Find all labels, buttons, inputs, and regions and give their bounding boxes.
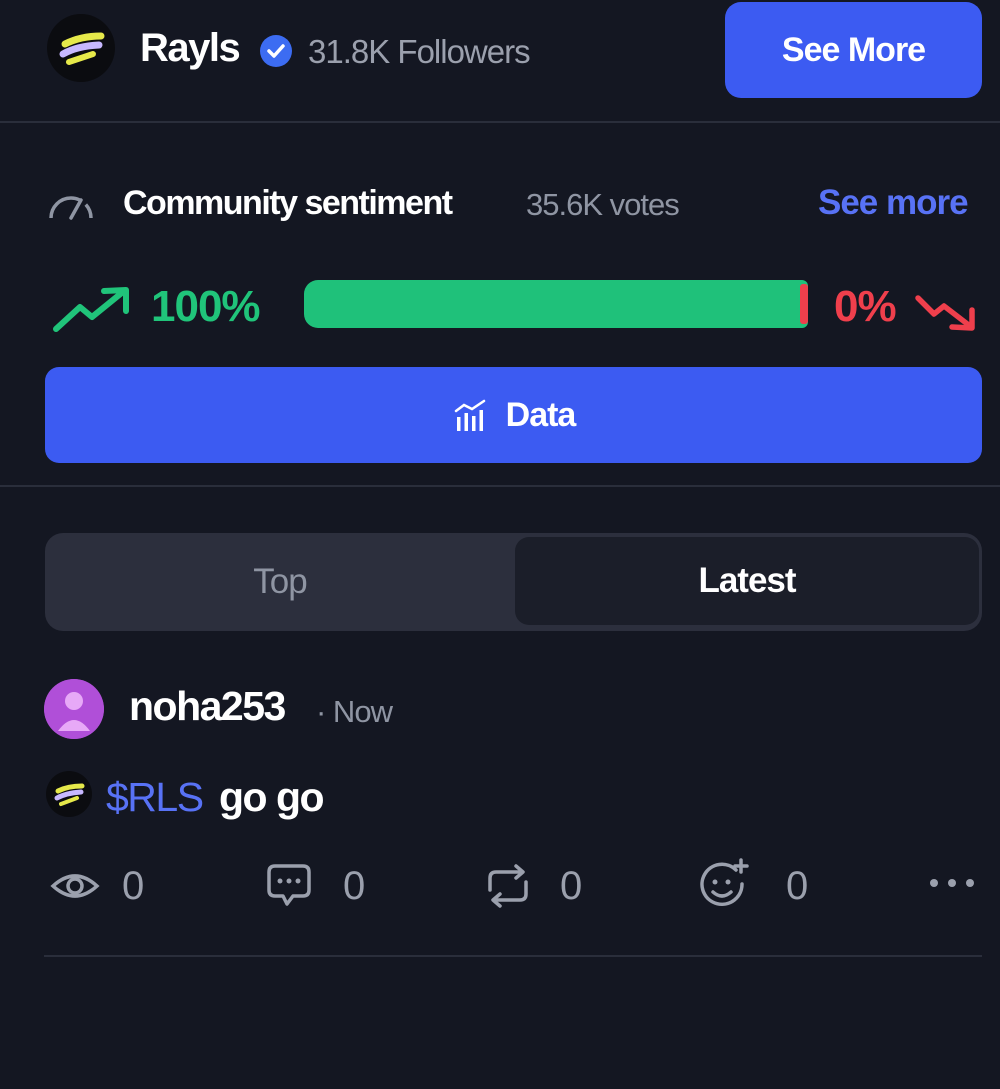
tab-latest[interactable]: Latest xyxy=(515,537,979,625)
project-header: Rayls 31.8K Followers See More xyxy=(0,0,1000,122)
post-text: go go xyxy=(219,774,325,820)
reposts-count: 0 xyxy=(560,864,583,908)
bullish-percent: 100% xyxy=(151,282,261,331)
post-ticker-link[interactable]: $RLS xyxy=(106,774,204,821)
divider xyxy=(0,485,1000,487)
views-count: 0 xyxy=(122,864,145,908)
divider xyxy=(0,121,1000,123)
repost-action[interactable]: 0 xyxy=(482,860,592,912)
sentiment-title: Community sentiment xyxy=(123,184,453,222)
sentiment-bar xyxy=(304,280,816,328)
votes-count: 35.6K votes xyxy=(526,187,680,222)
project-name[interactable]: Rayls xyxy=(140,26,241,71)
data-button-label: Data xyxy=(505,395,577,434)
repost-icon xyxy=(488,864,528,908)
trend-down-icon xyxy=(915,295,975,331)
bearish-percent: 0% xyxy=(834,282,897,331)
post-divider xyxy=(44,955,982,957)
post-time: · Now xyxy=(316,694,393,729)
token-logo-icon xyxy=(46,771,92,817)
followers-count: 31.8K Followers xyxy=(308,33,531,70)
coin-community-panel: Rayls 31.8K Followers See More Community… xyxy=(0,0,1000,1089)
reactions-count: 0 xyxy=(786,864,809,908)
tab-top[interactable]: Top xyxy=(45,533,515,631)
bearish-bar xyxy=(800,284,808,324)
post-username[interactable]: noha253 xyxy=(129,683,286,730)
sentiment-see-more-link[interactable]: See more xyxy=(818,183,969,223)
verified-icon xyxy=(260,35,292,67)
comment-action[interactable]: 0 xyxy=(263,860,373,912)
feed-tabs: Top Latest xyxy=(45,533,982,631)
more-icon[interactable] xyxy=(926,876,978,890)
reaction-action[interactable]: 0 xyxy=(696,858,816,912)
data-button[interactable]: Data xyxy=(45,367,982,463)
bar-chart-icon xyxy=(454,399,485,431)
comment-icon xyxy=(267,864,311,906)
emoji-add-icon xyxy=(700,858,749,906)
see-more-button[interactable]: See More xyxy=(725,2,982,98)
eye-icon xyxy=(50,874,100,898)
comments-count: 0 xyxy=(343,864,366,908)
avatar[interactable] xyxy=(44,679,104,739)
gauge-icon xyxy=(49,196,93,220)
views-action[interactable]: 0 xyxy=(50,860,160,912)
trend-up-icon xyxy=(53,287,129,332)
bullish-bar xyxy=(304,280,808,328)
rayls-logo[interactable] xyxy=(47,14,115,82)
